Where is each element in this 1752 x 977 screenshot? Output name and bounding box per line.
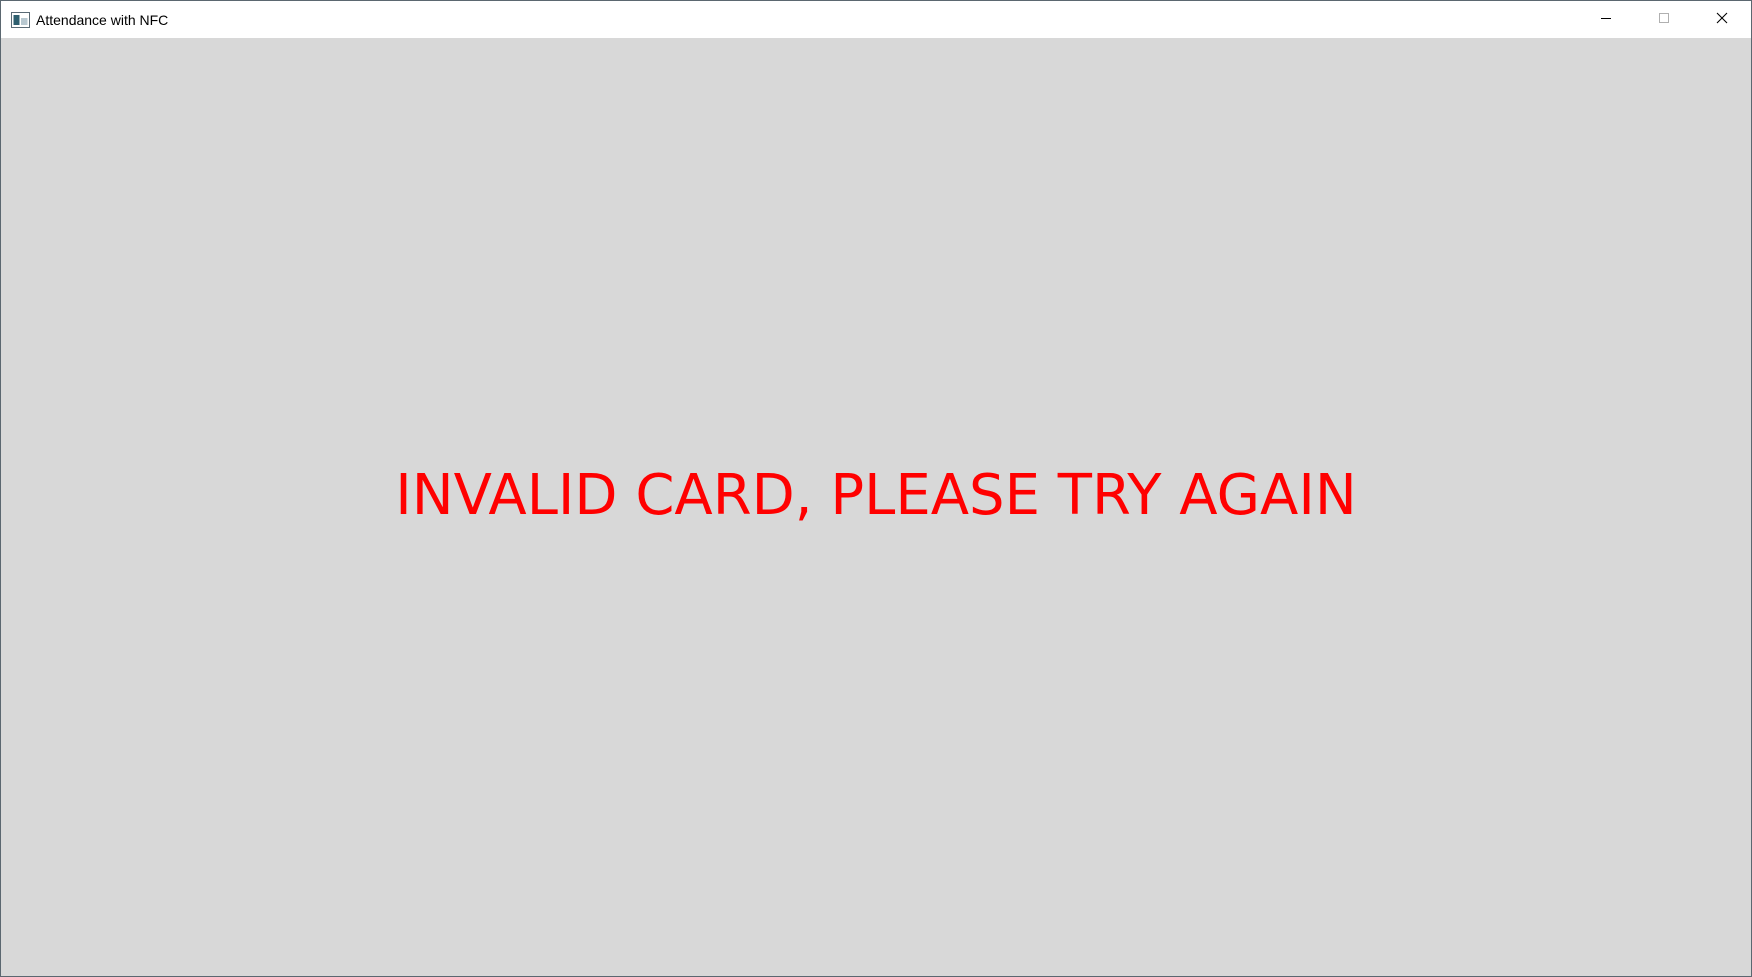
client-area: INVALID CARD, PLEASE TRY AGAIN	[1, 38, 1751, 976]
window-controls	[1577, 1, 1751, 38]
status-message: INVALID CARD, PLEASE TRY AGAIN	[395, 463, 1357, 528]
app-window: Attendance with NFC INVALID CARD, PLEASE…	[0, 0, 1752, 977]
title-bar[interactable]: Attendance with NFC	[1, 1, 1751, 38]
minimize-icon	[1600, 11, 1612, 29]
window-title: Attendance with NFC	[36, 11, 169, 28]
maximize-icon	[1658, 11, 1670, 29]
close-icon	[1716, 11, 1728, 29]
window-app-icon[interactable]	[11, 11, 30, 28]
close-button[interactable]	[1693, 1, 1751, 38]
maximize-button[interactable]	[1635, 1, 1693, 38]
minimize-button[interactable]	[1577, 1, 1635, 38]
